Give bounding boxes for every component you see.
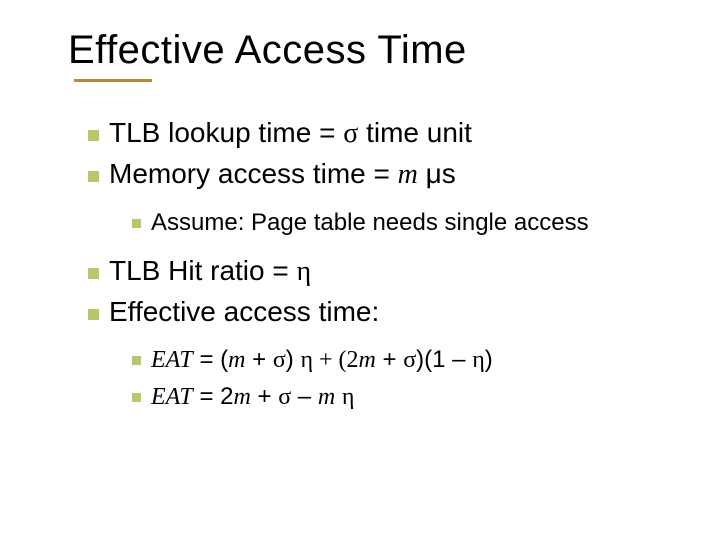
sigma-symbol: σ [343,118,358,149]
bullet-assume: Assume: Page table needs single access [132,206,680,241]
square-bullet-icon [132,356,141,365]
text: = ( [193,346,228,373]
text: + [245,346,272,373]
eta-symbol: η [472,347,485,373]
bullet-eat-formula-2: EAT = 2m + σ – m η [132,380,680,415]
text: time unit [358,117,472,148]
sigma-symbol: σ [273,347,286,373]
square-bullet-icon [88,309,99,320]
eta-symbol: η [297,256,312,287]
text: + (2 [313,347,359,373]
bullet-eat-formula-1: EAT = (m + σ) η + (2m + σ)(1 – η) [132,343,680,378]
text: TLB lookup time = [109,117,343,148]
text: = 2 [193,383,234,410]
square-bullet-icon [132,219,141,228]
bullet-tlb-lookup: TLB lookup time = σ time unit [88,114,680,153]
slide-title: Effective Access Time [68,28,680,73]
text: TLB Hit ratio = [109,255,297,286]
var-m: m [233,384,250,410]
text: Effective access time: [109,296,379,327]
text: + [251,383,278,410]
eat-label: EAT [151,347,193,373]
bullet-eat-header: Effective access time: [88,293,680,331]
text: ) [286,346,301,373]
sigma-symbol: σ [403,347,416,373]
square-bullet-icon [132,393,141,402]
text: )(1 – [416,346,472,373]
square-bullet-icon [88,268,99,279]
text: ) [485,346,493,373]
var-m: m [318,384,335,410]
text: μs [418,158,456,189]
slide: Effective Access Time TLB lookup time = … [0,0,720,540]
text: Memory access time = [109,158,398,189]
square-bullet-icon [88,130,99,141]
text: + [376,346,403,373]
title-underline-accent [74,79,152,82]
eat-label: EAT [151,384,193,410]
text: – [291,383,318,410]
square-bullet-icon [88,171,99,182]
text [335,383,342,410]
sigma-symbol: σ [278,384,291,410]
eta-symbol: η [342,384,355,410]
text: Assume: Page table needs single access [151,209,589,236]
var-m: m [359,347,376,373]
var-m: m [398,159,418,190]
var-m: m [228,347,245,373]
eta-symbol: η [300,347,313,373]
bullet-memory-access: Memory access time = m μs [88,155,680,194]
bullet-hit-ratio: TLB Hit ratio = η [88,252,680,291]
